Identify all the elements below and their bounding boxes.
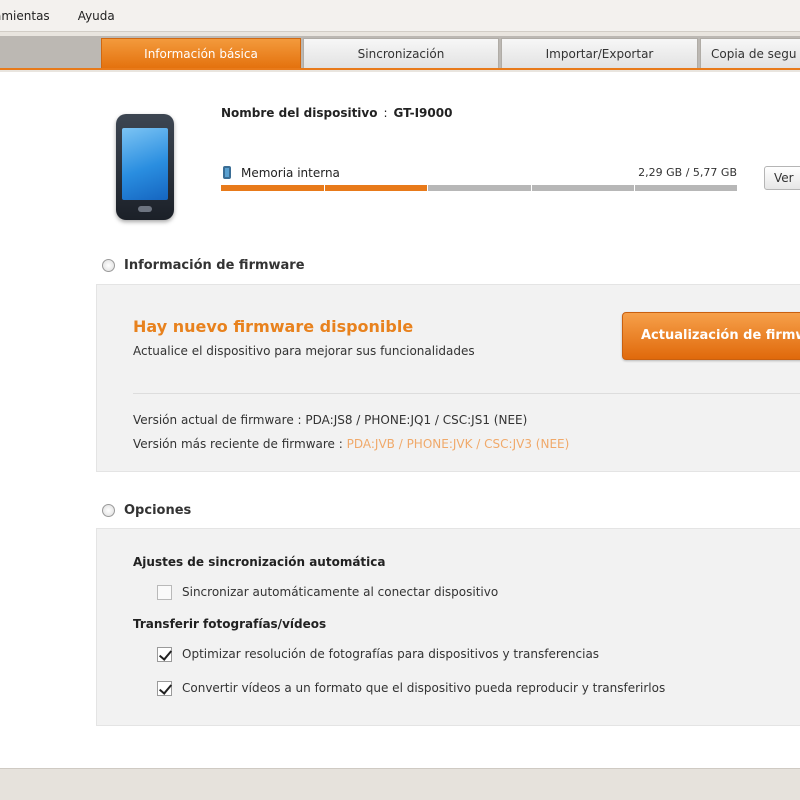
firmware-headline: Hay nuevo firmware disponible xyxy=(133,317,414,336)
auto-sync-checkbox[interactable] xyxy=(157,584,172,600)
current-firmware-row: Versión actual de firmware : PDA:JS8 / P… xyxy=(133,413,527,427)
menu-bar: amientas Ayuda xyxy=(0,0,800,32)
phone-home-button xyxy=(138,206,152,212)
menu-help[interactable]: Ayuda xyxy=(64,0,129,32)
memory-value: 2,29 GB / 5,77 GB xyxy=(638,166,737,179)
optimize-photos-checkbox[interactable] xyxy=(157,646,172,662)
latest-firmware-label: Versión más reciente de firmware : xyxy=(133,437,347,451)
optimize-photos-option[interactable]: Optimizar resolución de fotografías para… xyxy=(157,645,599,663)
memory-bar-segment xyxy=(427,185,428,191)
optimize-photos-label: Optimizar resolución de fotografías para… xyxy=(182,647,600,661)
tab-basic-info[interactable]: Información básica xyxy=(101,38,301,68)
device-name-value: GT-I9000 xyxy=(393,106,453,120)
phone-memory-icon xyxy=(223,166,231,179)
memory-row: Memoria interna 2,29 GB / 5,77 GB xyxy=(221,166,737,182)
memory-bar-segment xyxy=(634,185,635,191)
options-section-title: Opciones xyxy=(124,502,192,518)
options-section-header: Opciones xyxy=(102,500,191,520)
auto-sync-option[interactable]: Sincronizar automáticamente al conectar … xyxy=(157,583,498,601)
memory-usage-bar xyxy=(221,185,737,191)
firmware-divider xyxy=(133,393,800,394)
auto-sync-group-title: Ajustes de sincronización automática xyxy=(133,555,386,569)
convert-videos-option[interactable]: Convertir vídeos a un formato que el dis… xyxy=(157,679,665,697)
latest-firmware-row: Versión más reciente de firmware : PDA:J… xyxy=(133,437,569,451)
section-bullet-icon xyxy=(102,503,115,517)
tab-bar: Información básica Sincronización Import… xyxy=(0,36,800,70)
phone-image xyxy=(116,114,174,220)
current-firmware-label: Versión actual de firmware : xyxy=(133,413,306,427)
firmware-section-title: Información de firmware xyxy=(124,257,305,273)
device-name-separator: : xyxy=(383,106,388,120)
firmware-update-button[interactable]: Actualización de firmware xyxy=(622,312,800,360)
bottom-bar xyxy=(0,768,800,800)
view-button[interactable]: Ver xyxy=(764,166,800,190)
options-panel: Ajustes de sincronización automática Sin… xyxy=(96,528,800,726)
tab-import-export[interactable]: Importar/Exportar xyxy=(501,38,698,68)
tab-backup[interactable]: Copia de segu xyxy=(700,38,800,68)
device-name-label: Nombre del dispositivo xyxy=(221,106,378,120)
section-bullet-icon xyxy=(102,258,115,272)
auto-sync-label: Sincronizar automáticamente al conectar … xyxy=(182,585,499,599)
firmware-section-header: Información de firmware xyxy=(102,255,305,275)
tab-sync[interactable]: Sincronización xyxy=(303,38,499,68)
memory-label: Memoria interna xyxy=(241,166,340,180)
convert-videos-label: Convertir vídeos a un formato que el dis… xyxy=(182,681,666,695)
menu-tools[interactable]: amientas xyxy=(0,0,64,32)
memory-bar-segment xyxy=(324,185,325,191)
phone-screen xyxy=(122,128,168,200)
memory-bar-segment xyxy=(531,185,532,191)
firmware-subtext: Actualice el dispositivo para mejorar su… xyxy=(133,344,475,358)
transfer-group-title: Transferir fotografías/vídeos xyxy=(133,617,327,631)
convert-videos-checkbox[interactable] xyxy=(157,680,172,696)
device-name-row: Nombre del dispositivo: GT-I9000 xyxy=(221,106,452,124)
current-firmware-value: PDA:JS8 / PHONE:JQ1 / CSC:JS1 (NEE) xyxy=(305,413,528,427)
latest-firmware-value: PDA:JVB / PHONE:JVK / CSC:JV3 (NEE) xyxy=(346,437,570,451)
